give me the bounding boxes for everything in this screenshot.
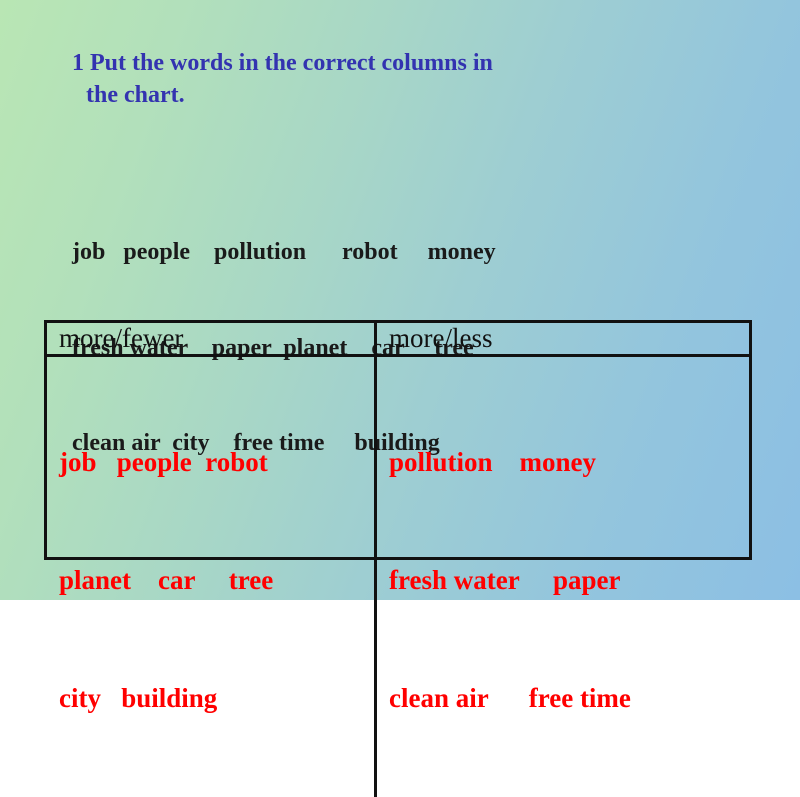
chart-cell-more-less: pollution money fresh water paper clean …: [377, 357, 749, 797]
chart-body-row: job people robot planet car tree city bu…: [47, 357, 749, 797]
page-title: 1 Put the words in the correct columns i…: [72, 48, 632, 111]
chart-cell-more-less-line-3: clean air free time: [389, 683, 631, 714]
chart-cell-more-fewer: job people robot planet car tree city bu…: [47, 357, 377, 797]
page-title-line-2: the chart.: [86, 81, 185, 108]
slide-canvas: 1 Put the words in the correct columns i…: [0, 0, 800, 797]
chart-cell-more-fewer-line-3: city building: [59, 683, 218, 714]
answer-chart: more/fewer more/less job people robot pl…: [44, 320, 752, 797]
chart-cell-more-less-line-2: fresh water paper: [389, 565, 621, 596]
chart-header-more-less: more/less: [389, 323, 493, 353]
chart-cell-more-fewer-line-1: job people robot: [59, 446, 268, 477]
chart-header-more-fewer: more/fewer: [47, 323, 377, 354]
word-bank-line-1: job people pollution robot money: [72, 238, 496, 265]
page-title-line-1: 1 Put the words in the correct columns i…: [72, 50, 493, 76]
chart-header-row: more/fewer more/less: [47, 323, 749, 357]
chart-cell-more-less-line-1: pollution money: [389, 446, 597, 477]
chart-cell-more-fewer-line-2: planet car tree: [59, 565, 274, 596]
